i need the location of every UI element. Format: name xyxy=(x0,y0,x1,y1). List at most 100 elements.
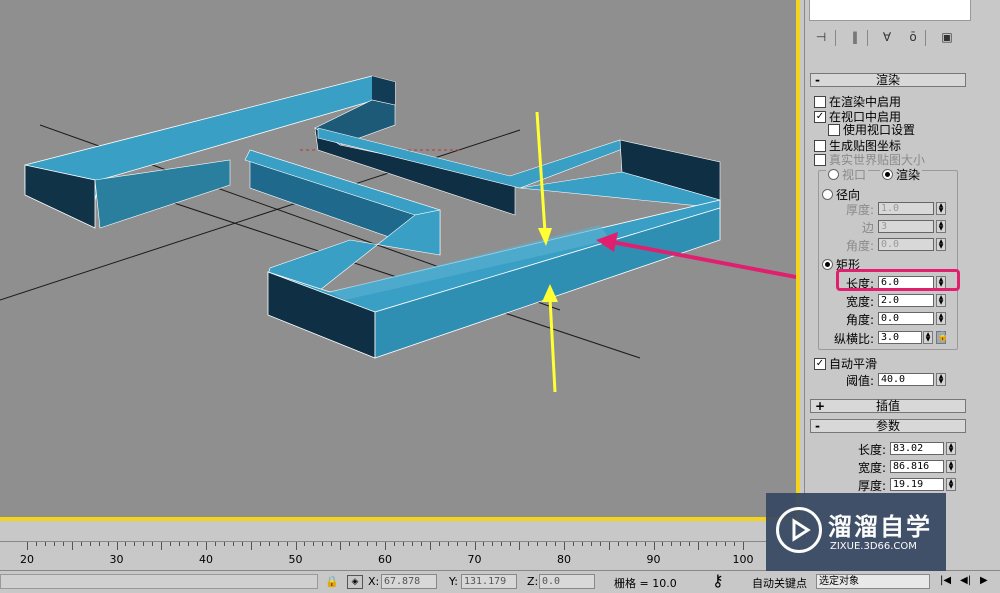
radial-sides-input[interactable]: 3 xyxy=(878,220,934,233)
timeline-tick-mark xyxy=(411,542,413,546)
x-coord-field[interactable]: 67.878 xyxy=(381,574,437,589)
timeline-tick-mark xyxy=(376,542,378,546)
timeline-tick-mark xyxy=(161,542,163,550)
timeline-tick-mark xyxy=(304,542,306,546)
auto-smooth-checkbox[interactable]: ✓ 自动平滑 xyxy=(814,355,877,372)
key-icon[interactable]: ⚷ xyxy=(712,571,724,590)
timeline-tick-mark xyxy=(662,542,664,546)
timeline-tick-mark xyxy=(385,542,386,550)
scene-canvas[interactable] xyxy=(0,0,800,521)
param-length-input[interactable]: 83.02 xyxy=(890,442,944,455)
radio-button[interactable] xyxy=(822,189,833,200)
absolute-mode-icon[interactable]: ◈ xyxy=(347,575,363,589)
timeline-tick-mark xyxy=(98,542,100,546)
timeline-tick-mark xyxy=(53,542,55,546)
timeline-tick-mark xyxy=(519,542,521,550)
render-radio[interactable]: 渲染 xyxy=(880,166,923,183)
timeline-tick-mark xyxy=(420,542,422,546)
checkbox-label: 使用视口设置 xyxy=(843,123,916,137)
timeline-tick-mark xyxy=(116,542,118,550)
radial-thickness-input[interactable]: 1.0 xyxy=(878,202,934,215)
radial-sides-label: 边 xyxy=(861,221,874,235)
configure-sets-icon[interactable]: ▣ xyxy=(939,28,955,46)
radio-button-selected[interactable] xyxy=(882,169,893,180)
perspective-viewport[interactable] xyxy=(0,0,800,521)
radio-label: 渲染 xyxy=(896,168,921,182)
y-coord-field[interactable]: 131.179 xyxy=(461,574,517,589)
rect-width-input[interactable]: 2.0 xyxy=(878,294,934,307)
timeline-tick-label: 20 xyxy=(20,553,34,566)
parameters-rollout-header[interactable]: - 参数 xyxy=(810,419,966,433)
timeline-tick-label: 100 xyxy=(732,553,754,566)
timeline-tick-label: 50 xyxy=(288,553,303,566)
viewport-radio[interactable]: 视口 xyxy=(826,166,869,183)
spinner-icon[interactable]: ▲ ▼ xyxy=(946,478,956,491)
checkbox-box[interactable] xyxy=(814,139,826,152)
spinner-icon[interactable]: ▲ ▼ xyxy=(936,373,946,386)
timeline-tick-mark xyxy=(734,542,736,546)
interpolation-rollout-header[interactable]: + 插值 xyxy=(810,399,966,413)
timeline-tick-mark xyxy=(474,542,476,550)
rect-aspect-input[interactable]: 3.0 xyxy=(878,331,922,344)
timeline-ruler[interactable]: 20 30 40 50 60 70 80 90 100 xyxy=(0,541,770,571)
checkbox-box[interactable] xyxy=(814,153,826,166)
timeline-tick-mark xyxy=(250,542,252,550)
timeline-tick-mark xyxy=(429,542,431,550)
radio-button-selected[interactable] xyxy=(822,259,833,270)
param-thickness-input[interactable]: 19.19 xyxy=(890,478,944,491)
go-to-start-icon[interactable]: |◀ xyxy=(940,575,951,586)
x-coord-label: X: xyxy=(368,575,380,588)
timeline-tick-mark xyxy=(268,542,270,546)
show-end-result-icon[interactable]: ‖ xyxy=(847,28,863,46)
spinner-icon[interactable]: ▲ ▼ xyxy=(946,460,956,473)
timeline-tick-mark xyxy=(295,542,297,550)
checkbox-box-checked[interactable]: ✓ xyxy=(814,110,826,123)
threshold-input[interactable]: 40.0 xyxy=(878,373,934,386)
play-icon[interactable]: ▶ xyxy=(980,575,988,586)
spinner-icon[interactable]: ▲ ▼ xyxy=(923,331,933,344)
make-unique-icon[interactable]: ∀ xyxy=(879,28,895,46)
status-bar: 🔒 ◈ X: 67.878 Y: 131.179 Z: 0.0 栅格 = 10.… xyxy=(0,570,1000,593)
radial-angle-label: 角度: xyxy=(845,239,874,253)
lock-selection-icon[interactable]: 🔒 xyxy=(325,575,339,588)
timeline-tick-mark xyxy=(107,542,109,546)
object-name-field[interactable] xyxy=(809,0,971,21)
prompt-line xyxy=(0,574,318,589)
param-width-label: 宽度: xyxy=(857,461,886,475)
spinner-icon[interactable]: ▲ ▼ xyxy=(936,220,946,233)
timeline-tick-mark xyxy=(492,542,494,546)
timeline-tick-mark xyxy=(349,542,351,546)
rollout-toggle-sign: - xyxy=(815,73,820,87)
timeline-tick-mark xyxy=(125,542,127,546)
timeline-tick-mark xyxy=(716,542,718,546)
timeline-tick-mark xyxy=(653,542,655,550)
previous-frame-icon[interactable]: ◀| xyxy=(960,575,971,586)
spinner-icon[interactable]: ▲ ▼ xyxy=(946,442,956,455)
spinner-icon[interactable]: ▲ ▼ xyxy=(936,238,946,251)
z-coord-field[interactable]: 0.0 xyxy=(539,574,595,589)
use-viewport-settings-checkbox[interactable]: 使用视口设置 xyxy=(828,121,915,138)
spinner-icon[interactable]: ▲ ▼ xyxy=(936,294,946,307)
radial-angle-input[interactable]: 0.0 xyxy=(878,238,934,251)
radio-button[interactable] xyxy=(828,169,839,180)
checkbox-box[interactable] xyxy=(814,95,826,108)
timeline-tick-mark xyxy=(546,542,548,546)
pin-stack-icon[interactable]: ⊣ xyxy=(813,28,829,46)
selection-set-dropdown[interactable]: 选定对象 xyxy=(816,574,930,589)
checkbox-box-checked[interactable]: ✓ xyxy=(814,357,826,370)
remove-modifier-icon[interactable]: ō xyxy=(905,28,921,46)
spinner-icon[interactable]: ▲ ▼ xyxy=(936,312,946,325)
rollout-title: 渲染 xyxy=(875,73,900,87)
rect-angle-input[interactable]: 0.0 xyxy=(878,312,934,325)
param-width-input[interactable]: 86.816 xyxy=(890,460,944,473)
timeline-tick-mark xyxy=(179,542,181,546)
render-rollout-header[interactable]: - 渲染 xyxy=(810,73,966,87)
auto-key-button[interactable]: 自动关键点 xyxy=(752,575,807,591)
timeline-tick-mark xyxy=(143,542,145,546)
timeline-tick-mark xyxy=(35,542,37,546)
checkbox-box[interactable] xyxy=(828,123,840,136)
lock-icon[interactable]: 🔒 xyxy=(936,331,948,344)
rectangle-shape-object[interactable] xyxy=(24,75,721,359)
spinner-icon[interactable]: ▲ ▼ xyxy=(936,202,946,215)
toolbar-divider xyxy=(867,30,868,46)
